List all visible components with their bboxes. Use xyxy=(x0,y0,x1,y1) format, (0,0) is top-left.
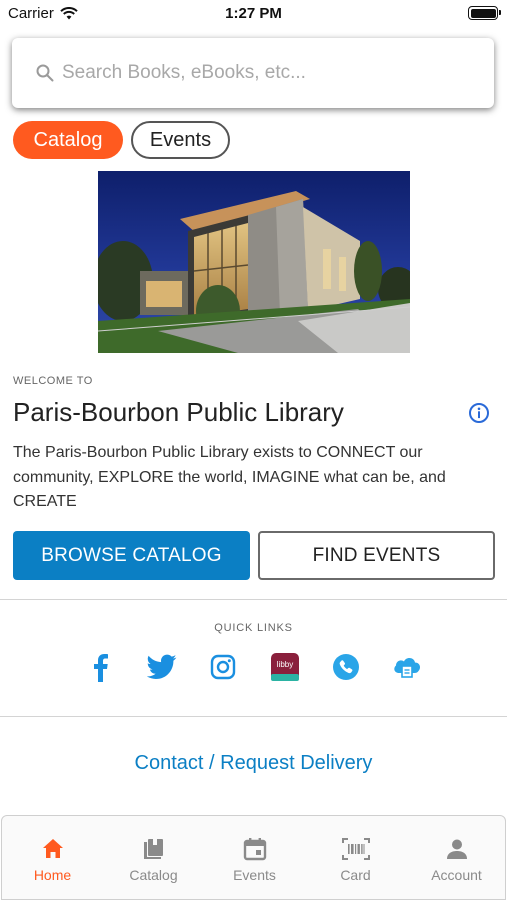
status-bar: Carrier 1:27 PM xyxy=(0,0,507,28)
nav-events-label: Events xyxy=(233,867,276,883)
status-time: 1:27 PM xyxy=(225,5,282,22)
home-icon xyxy=(42,839,63,858)
phone-icon[interactable] xyxy=(329,650,363,684)
nav-card[interactable]: Card xyxy=(305,816,406,900)
search-icon xyxy=(36,64,54,82)
search-bar[interactable] xyxy=(12,38,494,108)
cloud-print-icon[interactable] xyxy=(390,650,424,684)
search-input[interactable] xyxy=(62,62,462,84)
info-icon[interactable] xyxy=(468,402,490,424)
libby-icon[interactable]: libby xyxy=(268,650,302,684)
nav-home[interactable]: Home xyxy=(2,816,103,900)
nav-card-label: Card xyxy=(340,867,371,883)
quick-links-row: libby xyxy=(0,650,507,684)
nav-events[interactable]: Events xyxy=(204,816,305,900)
find-events-button[interactable]: FIND EVENTS xyxy=(258,531,495,580)
tab-catalog[interactable]: Catalog xyxy=(13,121,123,159)
tab-events[interactable]: Events xyxy=(131,121,230,159)
library-photo xyxy=(98,171,410,353)
nav-account[interactable]: Account xyxy=(406,816,507,900)
twitter-icon[interactable] xyxy=(145,650,179,684)
instagram-icon[interactable] xyxy=(206,650,240,684)
barcode-icon xyxy=(341,838,370,860)
bottom-tab-bar: Home Catalog Events Card Account xyxy=(1,815,506,900)
contact-request-delivery-link[interactable]: Contact / Request Delivery xyxy=(0,752,507,775)
section-divider xyxy=(0,716,507,717)
browse-catalog-button[interactable]: BROWSE CATALOG xyxy=(13,531,250,580)
section-divider xyxy=(0,599,507,600)
person-icon xyxy=(446,839,467,859)
nav-catalog[interactable]: Catalog xyxy=(103,816,204,900)
calendar-icon xyxy=(243,838,266,861)
nav-home-label: Home xyxy=(33,867,72,883)
facebook-icon[interactable] xyxy=(83,650,117,684)
battery-icon xyxy=(468,6,501,20)
nav-account-label: Account xyxy=(431,867,482,883)
welcome-eyebrow: WELCOME TO xyxy=(13,375,93,387)
nav-catalog-label: Catalog xyxy=(129,867,178,883)
quick-links-label: QUICK LINKS xyxy=(214,622,293,634)
books-icon xyxy=(143,839,163,859)
library-description: The Paris-Bourbon Public Library exists … xyxy=(13,444,446,510)
libby-text: libby xyxy=(277,660,293,669)
library-title: Paris-Bourbon Public Library xyxy=(13,397,344,427)
